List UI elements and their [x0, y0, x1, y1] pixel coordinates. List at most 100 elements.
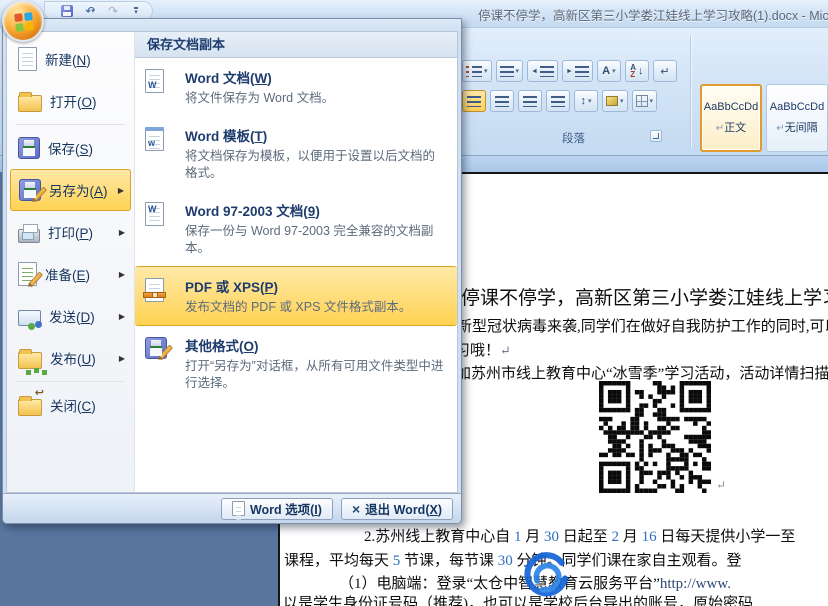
word-2007-window: { "colors": { "highlight_orange": "#FFD2…: [0, 0, 828, 606]
undo-button[interactable]: ↶▾: [82, 3, 98, 19]
align-left-button[interactable]: [462, 90, 486, 112]
save-icon: [18, 137, 40, 159]
style-name: ↵无间隔: [776, 119, 817, 135]
increase-indent-icon: ►: [566, 68, 573, 75]
open-folder-icon: [18, 95, 42, 112]
numbered-list-button[interactable]: ▾: [462, 60, 492, 82]
menu-item-publish[interactable]: 发布(U)▶: [10, 337, 131, 379]
document-line-4: 加苏州市线上教育中心“冰雪季”学习活动，活动详情扫描二维: [456, 362, 828, 383]
close-folder-icon: ↩: [18, 399, 42, 416]
submenu-item-other-formats[interactable]: 其他格式(O) 打开“另存为”对话框，从所有可用文件类型中进行选择。: [135, 326, 457, 401]
menu-item-close[interactable]: ↩关闭(C): [10, 384, 131, 426]
customize-quick-access-button[interactable]: ▾: [128, 3, 144, 19]
paragraph-dialog-launcher[interactable]: [650, 130, 662, 142]
group-separator: [690, 36, 691, 148]
prepare-icon: [18, 262, 37, 286]
increase-indent-button[interactable]: ►: [562, 60, 593, 82]
style-sample-text: AaBbCcDd: [704, 101, 758, 113]
menu-item-save-as[interactable]: 另存为(A) ▶: [10, 169, 131, 211]
align-center-button[interactable]: [490, 90, 514, 112]
distribute-text-button[interactable]: [546, 90, 570, 112]
menu-separator: [16, 124, 125, 125]
menu-item-open[interactable]: 打开(O): [10, 80, 131, 122]
menu-item-label: 打印(P): [48, 222, 111, 242]
shading-icon: [606, 96, 618, 106]
style-card-2[interactable]: AaBbCcDd ↵无间隔: [766, 84, 828, 152]
qr-code-image: [599, 381, 711, 493]
submenu-item-title: Word 97-2003 文档(9): [185, 200, 447, 220]
style-card-1[interactable]: AaBbCcDd ↵正文: [700, 84, 762, 152]
submenu-item-description: 保存一份与 Word 97-2003 完全兼容的文档副本。: [185, 223, 447, 257]
menu-item-label: 打开(O): [50, 91, 127, 111]
document-line-5: 2.苏州线上教育中心自 1 月 30 日起至 2 月 16 日每天提供小学一至: [364, 525, 795, 546]
customize-quick-access-icon: ▾: [134, 7, 138, 15]
multilevel-list-button[interactable]: ▾: [496, 60, 524, 82]
window-title: 停课不停学，高新区第三小学娄江娃线上学习攻略(1).docx - Micr: [478, 5, 828, 24]
menu-separator: [16, 381, 125, 382]
menu-item-print[interactable]: 打印(P) ▶: [10, 211, 131, 253]
line-spacing-icon: ↕: [580, 95, 586, 107]
exit-word-button[interactable]: × 退出 Word(X): [341, 498, 453, 520]
sort-button[interactable]: AZ↓: [625, 60, 649, 82]
style-sample-text: AaBbCcDd: [770, 101, 824, 113]
submenu-item-pdf-xps[interactable]: PDF 或 XPS(P) 发布文档的 PDF 或 XPS 文件格式副本。: [135, 266, 457, 326]
menu-item-save[interactable]: 保存(S): [10, 127, 131, 169]
submenu-item-word-template[interactable]: wWord 模板(T)将文档保存为模板，以便用于设置以后文档的格式。: [135, 116, 457, 191]
align-left-icon: [467, 96, 481, 107]
pdf-xps-icon: [145, 278, 164, 302]
menu-item-prepare[interactable]: 准备(E)▶: [10, 253, 131, 295]
exit-word-icon: ×: [352, 502, 360, 516]
align-justify-icon: [523, 96, 537, 107]
submenu-item-title: 其他格式(O): [185, 335, 447, 355]
submenu-arrow-icon: ▶: [119, 270, 125, 279]
submenu-arrow-icon: ▶: [118, 186, 124, 195]
submenu-item-title: PDF 或 XPS(P): [185, 276, 447, 296]
decrease-indent-button[interactable]: ◄: [527, 60, 558, 82]
swirl-watermark-logo: [512, 546, 580, 602]
submenu-item-description: 将文档保存为模板，以便用于设置以后文档的格式。: [185, 148, 447, 182]
menu-item-label: 新建(N): [45, 49, 127, 69]
word-options-icon: [232, 501, 245, 516]
document-line-2: 新型冠状病毒来袭,同学们在做好自我防护工作的同时,可以趁: [457, 315, 828, 336]
submenu-item-title: Word 模板(T): [185, 125, 447, 145]
submenu-item-description: 发布文档的 PDF 或 XPS 文件格式副本。: [185, 299, 447, 316]
menu-item-send[interactable]: 发送(D)▶: [10, 295, 131, 337]
multilevel-list-icon: [500, 66, 514, 77]
send-icon: [18, 310, 41, 326]
office-button[interactable]: [2, 0, 44, 42]
word-options-button[interactable]: Word 选项(I): [221, 498, 333, 520]
paragraph-mark-icon: ↵: [660, 65, 669, 78]
office-logo-icon: [14, 12, 34, 32]
distribute-text-icon: [551, 96, 565, 107]
save-icon: [61, 5, 73, 17]
document-line-1: 停课不停学，高新区第三小学娄江娃线上学习: [461, 283, 828, 310]
style-name: ↵正文: [716, 119, 746, 135]
submenu-item-description: 将文件保存为 Word 文档。: [185, 90, 447, 107]
shading-button[interactable]: ▾: [602, 90, 628, 112]
save-button[interactable]: [59, 3, 75, 19]
show-hide-marks-button[interactable]: ↵: [653, 60, 677, 82]
menu-item-label: 另存为(A): [49, 180, 110, 200]
redo-button[interactable]: ↷: [105, 3, 121, 19]
new-document-icon: [18, 47, 37, 71]
line-spacing-button[interactable]: ↕▾: [574, 90, 598, 112]
paragraph-mark: ↵: [716, 478, 726, 493]
submenu-item-word-document[interactable]: WWord 文档(W)将文件保存为 Word 文档。: [135, 58, 457, 116]
menu-item-label: 发布(U): [50, 348, 111, 368]
other-formats-icon: [145, 337, 167, 359]
submenu-item-description: 打开“另存为”对话框，从所有可用文件类型中进行选择。: [185, 358, 447, 392]
align-justify-button[interactable]: [518, 90, 542, 112]
word-document-icon: W: [145, 69, 164, 93]
character-scale-button[interactable]: A▾: [597, 60, 621, 82]
publish-icon: [18, 352, 42, 369]
menu-item-new[interactable]: 新建(N): [10, 38, 131, 80]
menu-item-label: 保存(S): [48, 138, 127, 158]
document-line-3: 习哦！↵: [455, 339, 511, 360]
submenu-arrow-icon: ▶: [119, 228, 125, 237]
save-as-submenu: 保存文档副本 WWord 文档(W)将文件保存为 Word 文档。wWord 模…: [135, 32, 457, 492]
borders-button[interactable]: ▾: [632, 90, 658, 112]
menu-item-label: 发送(D): [49, 306, 111, 326]
office-menu-footer: Word 选项(I) × 退出 Word(X): [3, 493, 461, 523]
submenu-item-word-97-2003[interactable]: WWord 97-2003 文档(9)保存一份与 Word 97-2003 完全…: [135, 191, 457, 266]
printer-icon: [18, 229, 40, 243]
